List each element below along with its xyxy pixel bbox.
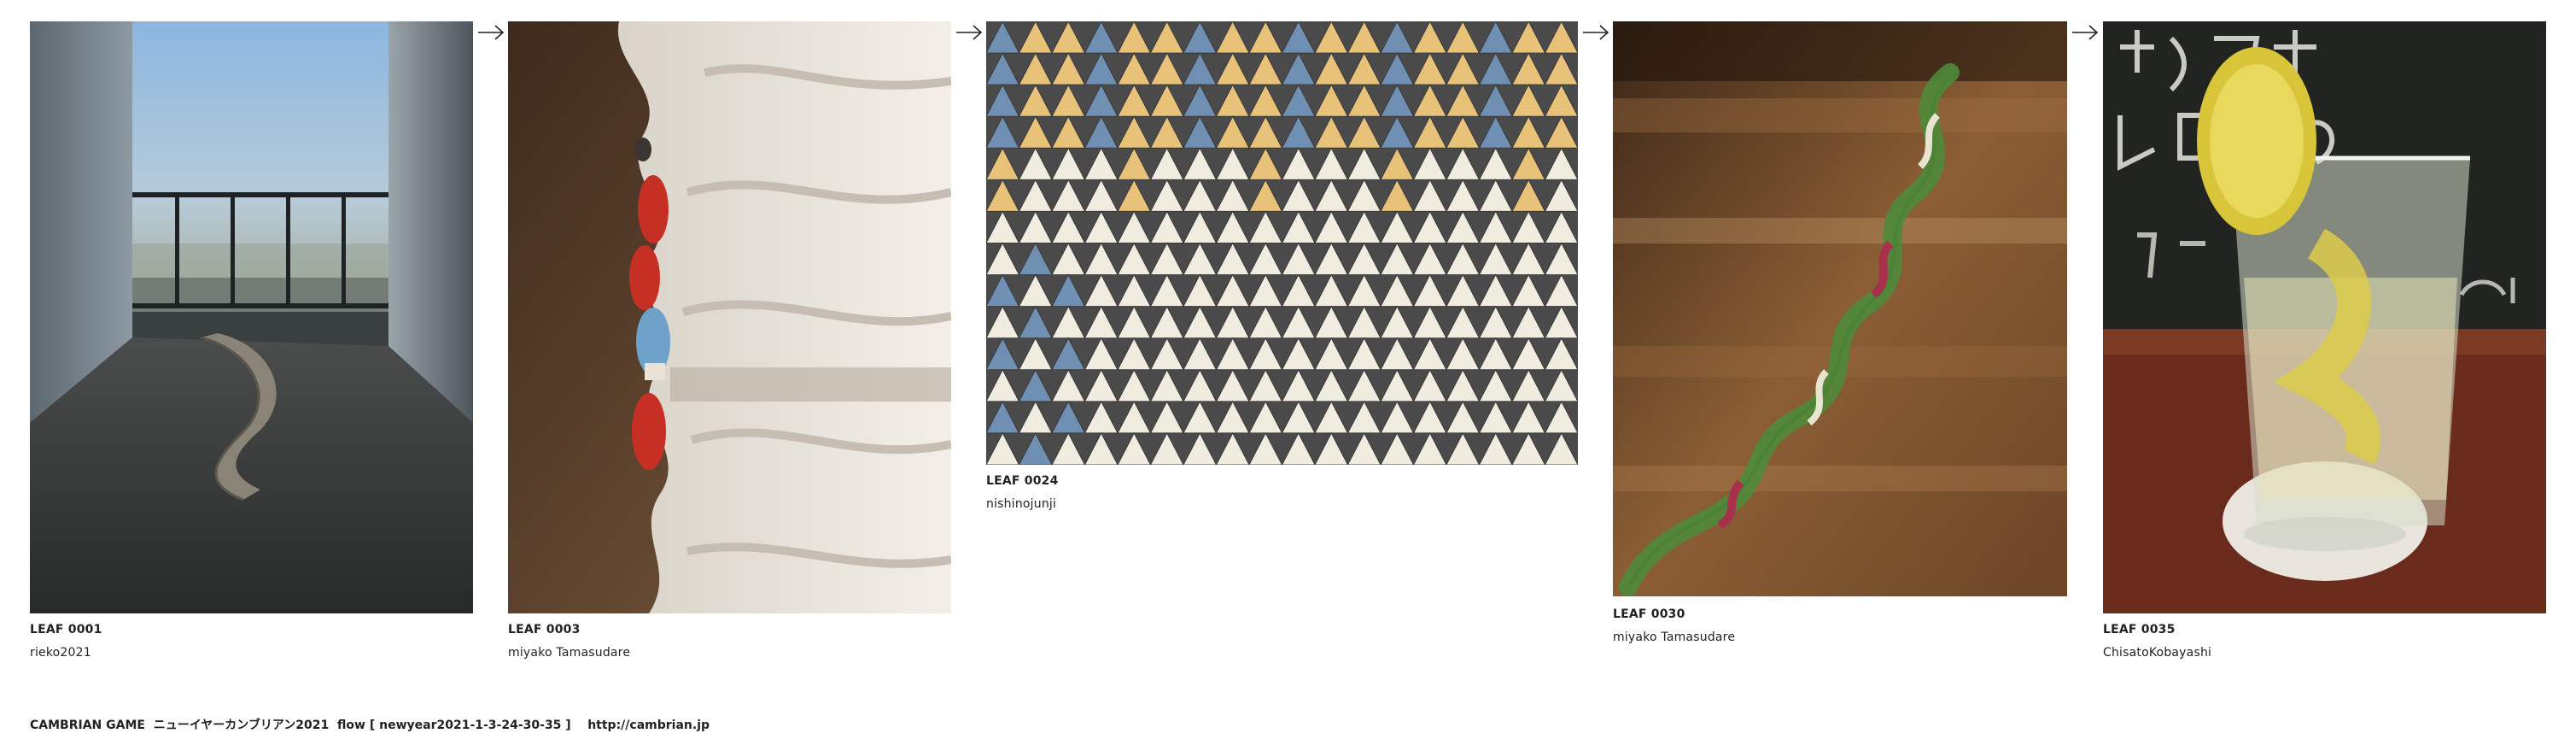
- leaf-author[interactable]: ChisatoKobayashi: [2103, 646, 2211, 660]
- footer: CAMBRIAN GAME ニューイヤーカンブリアン2021 flow [ ne…: [30, 716, 710, 733]
- leaf-id: LEAF 0003: [508, 623, 581, 636]
- footer-url-link[interactable]: http://cambrian.jp: [587, 719, 710, 732]
- leaf-id: LEAF 0001: [30, 623, 102, 636]
- observation-deck-icon: [30, 21, 473, 613]
- leaf-card-0030[interactable]: LEAF 0030 miyako Tamasudare: [1613, 21, 2070, 654]
- leaf-card-0001[interactable]: LEAF 0001 rieko2021: [30, 21, 474, 671]
- leaf-id: LEAF 0030: [1613, 607, 1685, 621]
- leaf-photo-0003[interactable]: [508, 21, 951, 613]
- triangle-tiles-icon: [986, 21, 1578, 465]
- leaf-author[interactable]: miyako Tamasudare: [508, 646, 630, 660]
- flow-arrow-icon: [2071, 22, 2099, 43]
- leaf-card-0024[interactable]: LEAF 0024 nishinojunji: [986, 21, 1584, 534]
- flow-arrow-icon: [477, 22, 505, 43]
- footer-event: ニューイヤーカンブリアン2021: [153, 719, 330, 732]
- leaf-author[interactable]: rieko2021: [30, 646, 91, 660]
- leaf-photo-0030[interactable]: [1613, 21, 2067, 596]
- twisted-leaf-icon: [1613, 21, 2067, 596]
- lemon-sour-icon: [2103, 21, 2546, 613]
- leaf-author[interactable]: miyako Tamasudare: [1613, 631, 1735, 644]
- leaf-id: LEAF 0024: [986, 474, 1059, 488]
- flow-arrow-icon: [955, 22, 983, 43]
- gloves-curtain-icon: [508, 21, 951, 613]
- leaf-author[interactable]: nishinojunji: [986, 497, 1056, 511]
- leaf-photo-0024[interactable]: [986, 21, 1578, 465]
- leaf-photo-0001[interactable]: [30, 21, 473, 613]
- leaf-card-0035[interactable]: LEAF 0035 ChisatoKobayashi: [2103, 21, 2547, 671]
- footer-flow: flow [ newyear2021-1-3-24-30-35 ]: [337, 719, 571, 732]
- leaf-photo-0035[interactable]: [2103, 21, 2546, 613]
- leaf-id: LEAF 0035: [2103, 623, 2176, 636]
- leaf-card-0003[interactable]: LEAF 0003 miyako Tamasudare: [508, 21, 952, 671]
- footer-brand: CAMBRIAN GAME: [30, 719, 145, 732]
- flow-arrow-icon: [1582, 22, 1609, 43]
